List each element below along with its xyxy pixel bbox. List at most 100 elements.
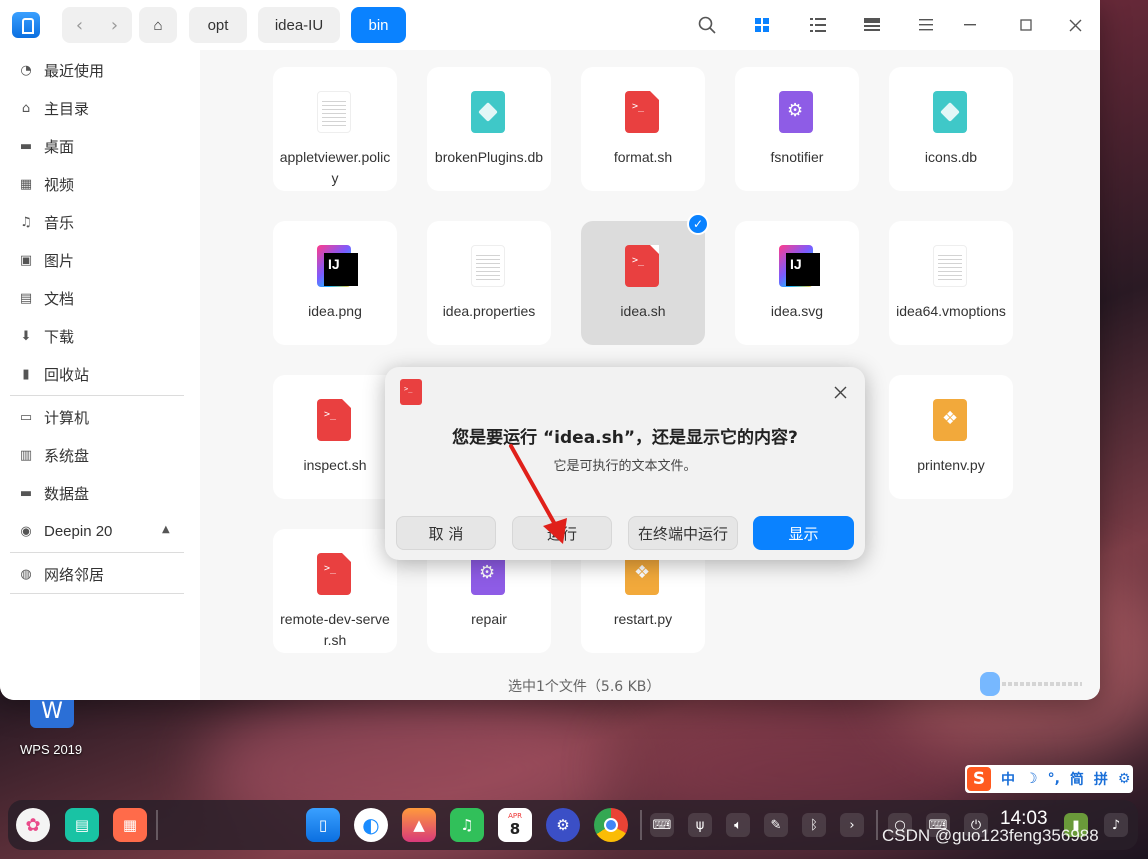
disc-icon: ◉ [20, 523, 32, 539]
zoom-slider-track[interactable] [990, 682, 1082, 686]
sidebar-item-network[interactable]: ◍ 网络邻居 [18, 561, 104, 587]
sidebar-item-label: 视频 [44, 175, 75, 194]
desktop-icon-label: WPS 2019 [20, 742, 83, 757]
sidebar-item-trash[interactable]: ▮ 回收站 [18, 361, 89, 387]
search-icon[interactable] [695, 13, 719, 37]
sidebar-divider [10, 593, 184, 594]
icon-view-icon[interactable] [750, 13, 774, 37]
navigation-buttons: ‹ › [62, 7, 132, 43]
file-manager-dock-icon[interactable]: ▯ [306, 808, 340, 842]
file-name: format.sh [613, 149, 673, 165]
breadcrumb-idea-iu[interactable]: idea-IU [258, 7, 340, 43]
usb-icon[interactable]: ψ [688, 813, 712, 837]
file-item[interactable]: idea.properties [427, 221, 551, 345]
sidebar-item-computer[interactable]: ▭ 计算机 [18, 404, 89, 430]
desktop-icon: ▬ [19, 138, 33, 154]
bluetooth-icon[interactable]: ᛒ [802, 813, 826, 837]
sidebar-item-documents[interactable]: ▤ 文档 [18, 285, 74, 311]
sidebar-item-recent[interactable]: ◔ 最近使用 [18, 57, 104, 83]
sidebar-item-deepin-disc[interactable]: ◉ Deepin 20 [18, 518, 112, 544]
shell-script-icon [400, 379, 422, 405]
close-icon[interactable] [1063, 13, 1087, 37]
ime-chinese-mode[interactable]: 中 [1001, 769, 1015, 789]
pen-icon[interactable]: ✎ [764, 813, 788, 837]
notification-icon[interactable]: ♪ [1104, 813, 1128, 837]
music-dock-icon[interactable]: ♫ [450, 808, 484, 842]
list-view-icon[interactable] [806, 13, 830, 37]
file-name: appletviewer.policy [279, 149, 391, 186]
file-item[interactable]: printenv.py [889, 375, 1013, 499]
menu-icon[interactable] [914, 13, 938, 37]
text-file-icon [933, 245, 967, 287]
calendar-dock-icon[interactable]: APR 8 [498, 808, 532, 842]
multitask-view-icon[interactable]: ▤ [65, 808, 99, 842]
file-item[interactable]: format.sh [581, 67, 705, 191]
breadcrumb-opt[interactable]: opt [189, 7, 247, 43]
cancel-button[interactable]: 取 消 [396, 516, 496, 550]
back-button[interactable]: ‹ [62, 7, 97, 43]
keyboard-icon[interactable]: ⌨ [650, 813, 674, 837]
file-item[interactable]: fsnotifier [735, 67, 859, 191]
detail-view-icon[interactable] [860, 13, 884, 37]
file-name: repair [471, 611, 507, 627]
expand-tray-icon[interactable]: › [840, 813, 864, 837]
sidebar-item-data-disk[interactable]: ▬ 数据盘 [18, 480, 89, 506]
browser-dock-icon[interactable]: ◐ [354, 808, 388, 842]
sogou-icon: S [967, 767, 991, 791]
file-item[interactable]: inspect.sh [273, 375, 397, 499]
sidebar-item-desktop[interactable]: ▬ 桌面 [18, 133, 74, 159]
file-item-selected[interactable]: idea.sh [581, 221, 705, 345]
sidebar-item-pictures[interactable]: ▣ 图片 [18, 247, 74, 273]
eject-icon[interactable]: ▲ [162, 524, 170, 535]
file-manager-window: ‹ › ⌂ opt idea-IU bin ◔ 最近使用 ⌂ 主目录 ▬ 桌面 … [0, 0, 1100, 700]
ime-simplified[interactable]: 简 [1070, 769, 1084, 789]
calendar-month: APR [508, 812, 522, 820]
file-manager-logo-icon[interactable] [12, 12, 40, 38]
run-in-terminal-button[interactable]: 在终端中运行 [628, 516, 738, 550]
file-item[interactable]: icons.db [889, 67, 1013, 191]
ime-moon-icon[interactable]: ☽ [1025, 771, 1038, 787]
settings-dock-icon[interactable]: ⚙ [546, 808, 580, 842]
shell-script-icon [317, 553, 351, 595]
file-item[interactable]: idea.png [273, 221, 397, 345]
launcher-icon[interactable]: ✿ [16, 808, 50, 842]
breadcrumb-bin[interactable]: bin [351, 7, 406, 43]
sidebar-item-system-disk[interactable]: ▥ 系统盘 [18, 442, 89, 468]
ime-punctuation[interactable]: °, [1048, 771, 1060, 787]
picture-icon: ▣ [19, 252, 33, 268]
sidebar-item-downloads[interactable]: ⬇ 下载 [18, 323, 74, 349]
file-item[interactable]: idea64.vmoptions [889, 221, 1013, 345]
home-crumb-button[interactable]: ⌂ [139, 7, 177, 43]
chrome-dock-icon[interactable] [594, 808, 628, 842]
file-item[interactable]: idea.svg [735, 221, 859, 345]
ime-settings-icon[interactable]: ⚙ [1118, 771, 1131, 787]
music-icon: ♫ [20, 214, 32, 230]
text-file-icon [317, 91, 351, 133]
forward-button[interactable]: › [97, 7, 132, 43]
sidebar-item-videos[interactable]: ▦ 视频 [18, 171, 74, 197]
image-viewer-dock-icon[interactable]: ▲ [402, 808, 436, 842]
intellij-image-icon [779, 245, 820, 287]
intellij-image-icon [317, 245, 358, 287]
status-text: 选中1个文件（5.6 KB） [508, 679, 661, 695]
file-item[interactable]: appletviewer.policy [273, 67, 397, 191]
file-item[interactable]: remote-dev-server.sh [273, 529, 397, 653]
show-button[interactable]: 显示 [753, 516, 854, 550]
dialog-close-icon[interactable] [830, 382, 850, 402]
workspace-icon[interactable]: ▦ [113, 808, 147, 842]
minimize-icon[interactable] [958, 13, 982, 37]
dock-separator [156, 810, 158, 840]
sidebar-item-label: 主目录 [44, 99, 90, 118]
file-item[interactable]: brokenPlugins.db [427, 67, 551, 191]
clock-icon: ◔ [20, 62, 32, 78]
sidebar-item-music[interactable]: ♫ 音乐 [18, 209, 74, 235]
volume-icon[interactable]: 🔈︎ [726, 813, 750, 837]
zoom-slider-handle[interactable] [980, 672, 1000, 696]
wps-app-icon[interactable]: W [30, 700, 74, 728]
ime-pinyin[interactable]: 拼 [1094, 769, 1108, 789]
input-method-bar[interactable]: S 中 ☽ °, 简 拼 ⚙ [965, 765, 1133, 793]
shell-script-icon [625, 245, 659, 287]
sidebar-item-home[interactable]: ⌂ 主目录 [18, 95, 89, 121]
sidebar: ◔ 最近使用 ⌂ 主目录 ▬ 桌面 ▦ 视频 ♫ 音乐 ▣ 图片 ▤ 文档 ⬇ 下载 ▮ 回收站 … [0, 50, 200, 700]
maximize-icon[interactable] [1014, 13, 1038, 37]
